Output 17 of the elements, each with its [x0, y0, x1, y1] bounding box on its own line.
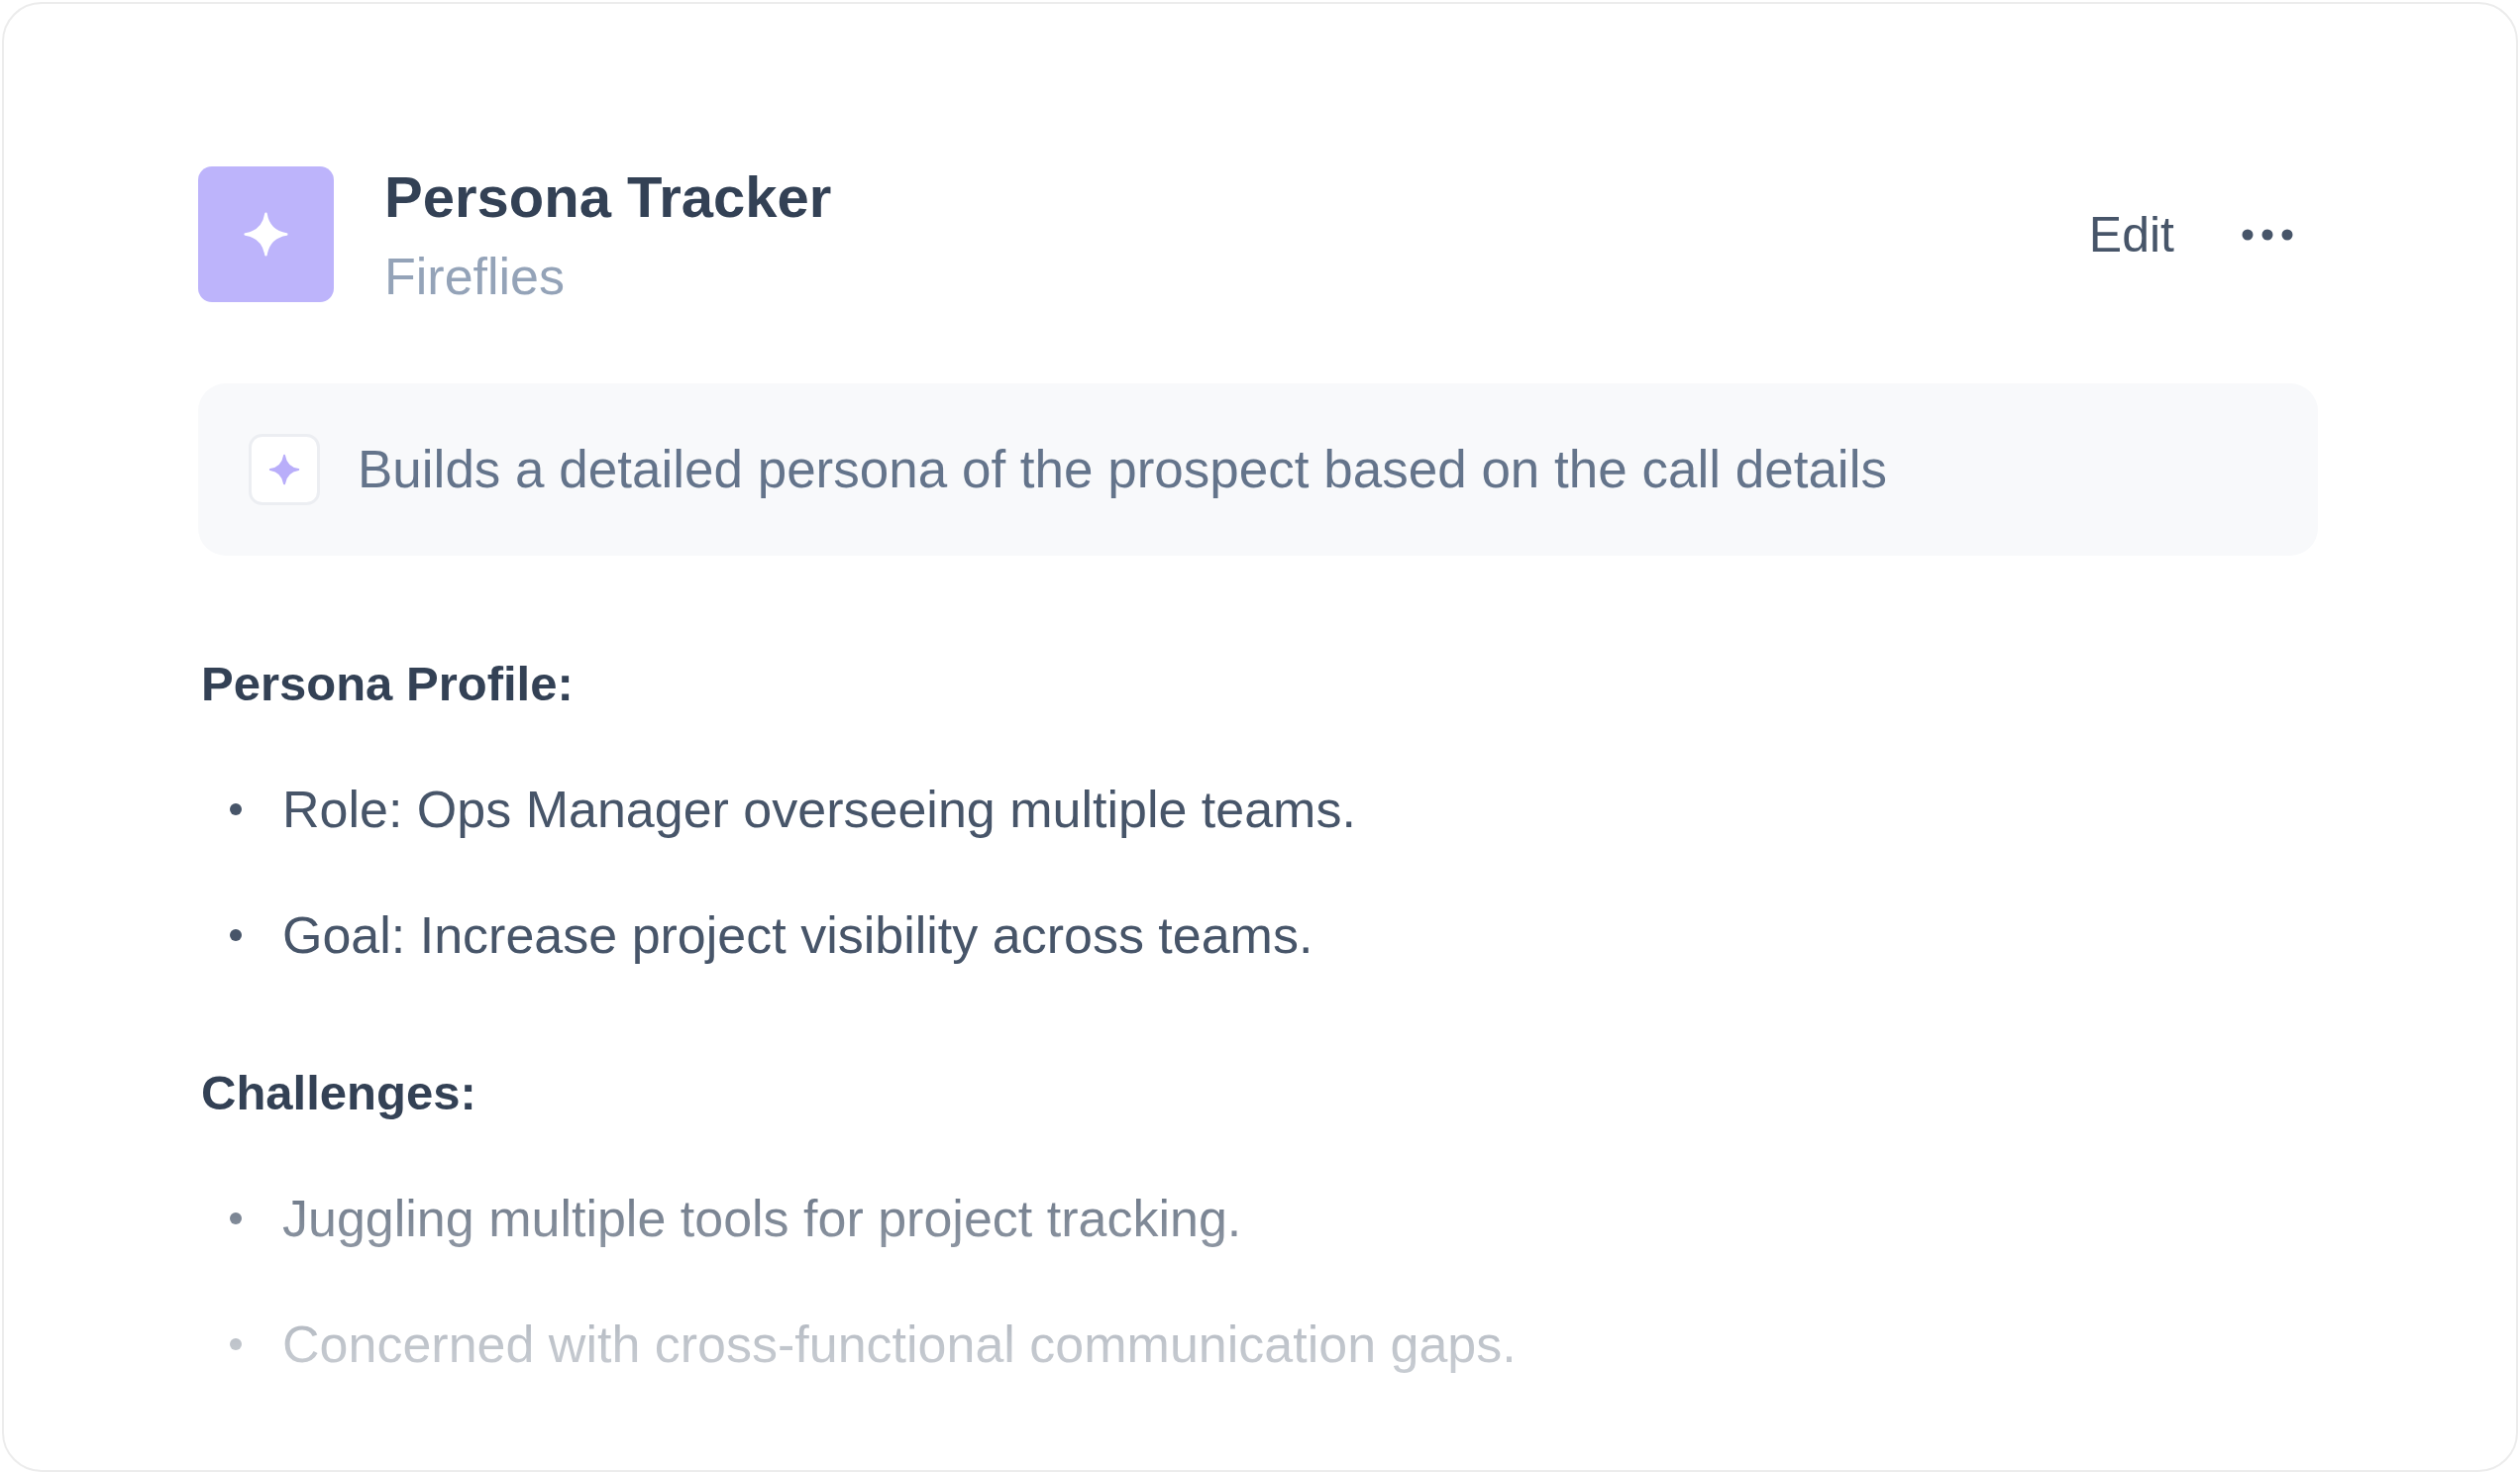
bullet-icon [230, 803, 242, 815]
description-text: Builds a detailed persona of the prospect based on the call details [358, 439, 1887, 500]
bullet-icon [230, 1212, 242, 1224]
card-subtitle: Fireflies [384, 246, 566, 307]
list-item-text: Juggling multiple tools for project tracking. [282, 1189, 1242, 1249]
list-item-text: Goal: Increase project visibility across teams. [282, 905, 1313, 966]
section-heading: Persona Profile: [200, 656, 574, 712]
sparkle-icon [198, 166, 334, 302]
section-heading: Challenges: [200, 1065, 476, 1121]
edit-button[interactable]: Edit [2088, 204, 2174, 264]
bullet-icon [230, 929, 242, 941]
list-item-text: Role: Ops Manager overseeing multiple teams. [282, 780, 1356, 840]
card-title: Persona Tracker [384, 162, 832, 231]
sparkle-icon [249, 434, 320, 505]
more-icon [2242, 228, 2293, 241]
list-item-text: Concerned with cross-functional communication gaps. [282, 1315, 1517, 1375]
bullet-icon [230, 1338, 242, 1350]
